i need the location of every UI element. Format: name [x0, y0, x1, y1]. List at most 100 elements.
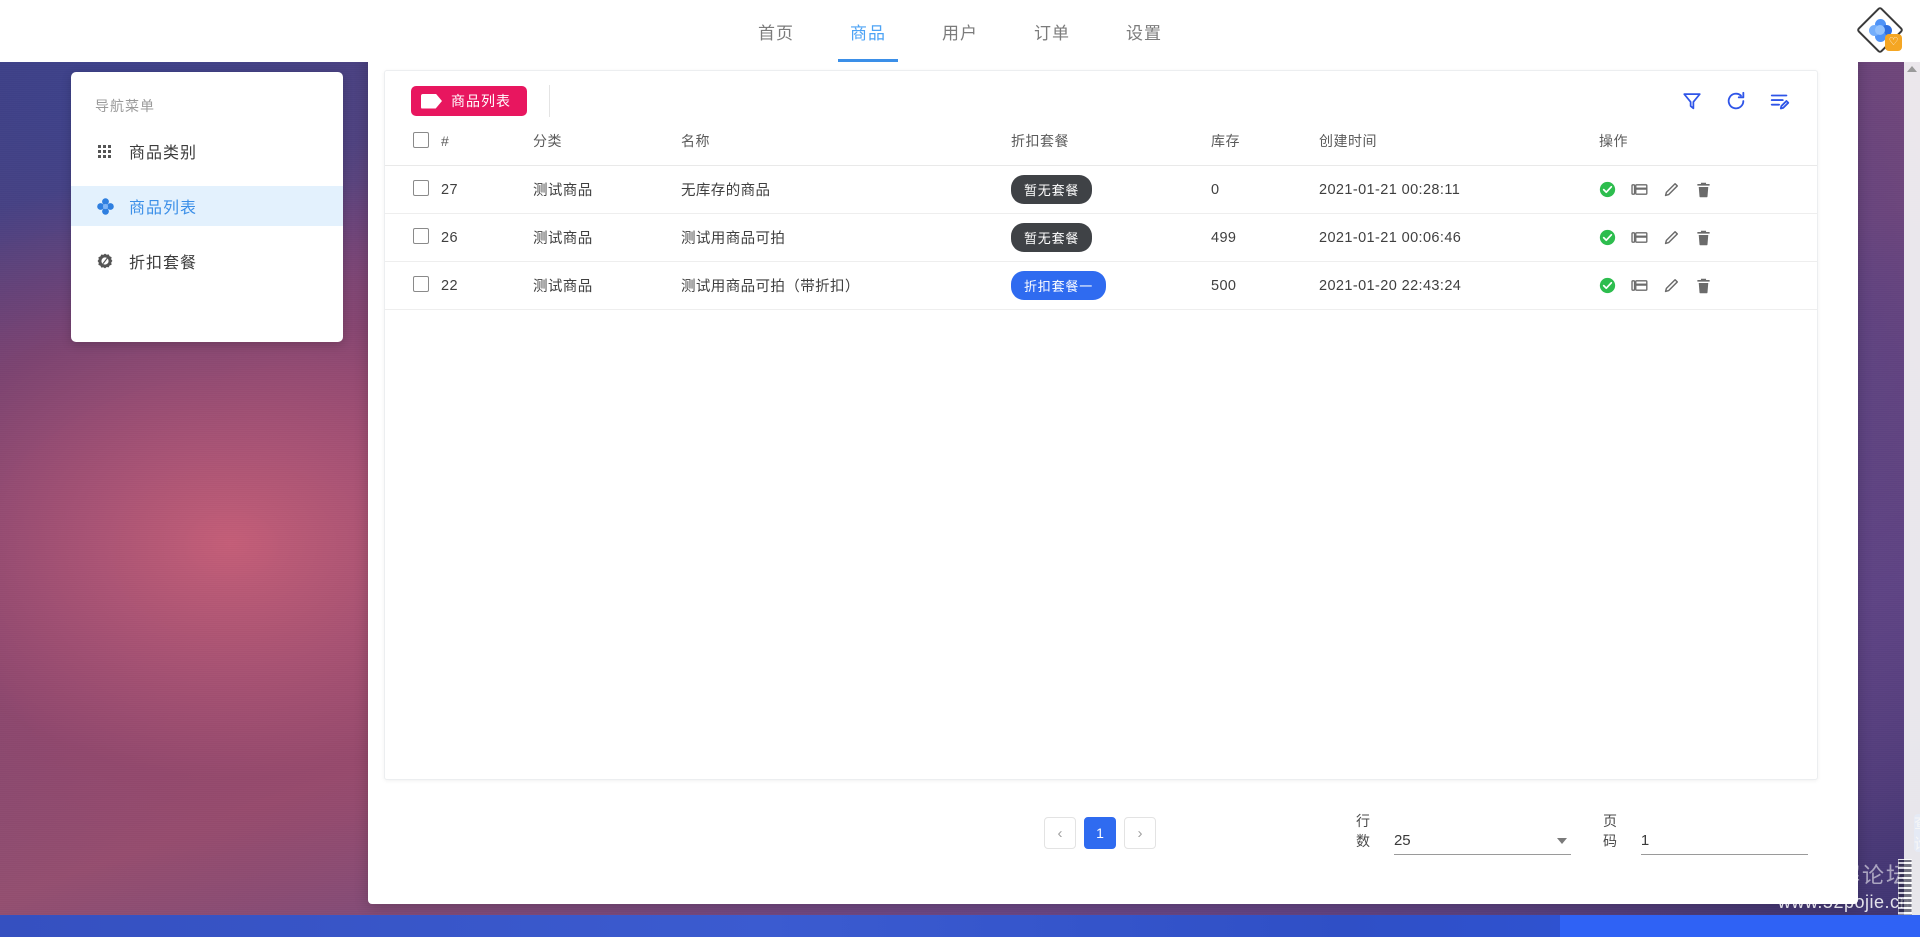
cell-category: 测试商品 — [533, 165, 681, 214]
sidebar-item-label: 折扣套餐 — [129, 255, 198, 272]
header-stock[interactable]: 库存 — [1211, 131, 1319, 166]
cell-stock: 500 — [1211, 261, 1319, 310]
prev-page-button[interactable]: ‹ — [1044, 817, 1076, 849]
header-category[interactable]: 分类 — [533, 131, 681, 166]
combo-badge: 暂无套餐 — [1011, 223, 1093, 252]
cell-name: 测试用商品可拍 — [681, 213, 1011, 262]
combo-badge: 暂无套餐 — [1011, 175, 1093, 204]
rows-per-page-label: 行数 — [1356, 813, 1371, 849]
sidebar-item-product-category[interactable]: 商品类别 — [71, 131, 343, 171]
main-content-card: 商品列表 # 分类 名称 折扣套餐 库存 创建时间 操作 27 测试商品 无库存… — [368, 48, 1920, 904]
sidebar-item-label: 商品列表 — [129, 200, 198, 217]
pager: ‹ 1 › — [1044, 817, 1156, 849]
table-row[interactable]: 26 测试商品 测试用商品可拍 暂无套餐 499 2021-01-21 00:0… — [385, 213, 1817, 262]
header-id[interactable]: # — [441, 131, 533, 166]
check-circle-icon[interactable] — [1599, 277, 1616, 294]
rows-per-page-select[interactable]: 25 — [1393, 827, 1571, 855]
page-number-value: 1 — [1640, 832, 1650, 849]
cell-combo: 折扣套餐一 — [1011, 261, 1211, 310]
header-combo[interactable]: 折扣套餐 — [1011, 131, 1211, 166]
nav-item-settings[interactable]: 设置 — [1098, 0, 1190, 62]
trash-icon[interactable] — [1695, 181, 1712, 198]
trash-icon[interactable] — [1695, 229, 1712, 246]
header-name[interactable]: 名称 — [681, 131, 1011, 166]
row-checkbox[interactable] — [413, 275, 429, 292]
filter-icon[interactable] — [1681, 90, 1703, 112]
cell-operations — [1599, 213, 1817, 262]
rows-per-page-value: 25 — [1393, 832, 1411, 849]
nav-item-home[interactable]: 首页 — [730, 0, 822, 62]
chevron-down-icon[interactable] — [1557, 838, 1567, 844]
logo-heart-badge-icon: ♡ — [1885, 34, 1902, 51]
table-row[interactable]: 27 测试商品 无库存的商品 暂无套餐 0 2021-01-21 00:28:1… — [385, 165, 1817, 214]
panel-title-badge: 商品列表 — [411, 86, 527, 116]
header-select-all[interactable] — [385, 131, 441, 166]
table-body: 27 测试商品 无库存的商品 暂无套餐 0 2021-01-21 00:28:1… — [385, 165, 1817, 310]
cell-id: 27 — [441, 165, 533, 214]
card-icon[interactable] — [1631, 181, 1648, 198]
page-number-input[interactable]: 1 — [1640, 827, 1808, 855]
taskbar-active-region — [1560, 915, 1920, 937]
pencil-icon[interactable] — [1663, 277, 1680, 294]
edit-list-icon[interactable] — [1769, 90, 1791, 112]
cell-stock: 0 — [1211, 165, 1319, 214]
pagination-footer: ‹ 1 › 行数 25 页码 1 查询 — [384, 798, 1920, 868]
cell-operations — [1599, 165, 1817, 214]
row-select-cell[interactable] — [385, 261, 441, 310]
pencil-icon[interactable] — [1663, 181, 1680, 198]
product-table-panel: 商品列表 # 分类 名称 折扣套餐 库存 创建时间 操作 27 测试商品 无库存… — [384, 70, 1818, 780]
pencil-icon[interactable] — [1663, 229, 1680, 246]
toolbar-divider — [549, 85, 550, 117]
nav-item-orders[interactable]: 订单 — [1006, 0, 1098, 62]
cell-name: 无库存的商品 — [681, 165, 1011, 214]
clover-icon — [95, 196, 115, 216]
cell-id: 26 — [441, 213, 533, 262]
cell-combo: 暂无套餐 — [1011, 213, 1211, 262]
sidebar-item-discount-combo[interactable]: 折扣套餐 — [71, 241, 343, 281]
tag-icon — [421, 93, 442, 109]
card-icon[interactable] — [1631, 277, 1648, 294]
scroll-up-caret-icon[interactable] — [1907, 66, 1917, 72]
cell-category: 测试商品 — [533, 213, 681, 262]
table-header: # 分类 名称 折扣套餐 库存 创建时间 操作 — [385, 131, 1817, 166]
cell-id: 22 — [441, 261, 533, 310]
select-all-checkbox[interactable] — [413, 131, 429, 148]
nav-item-label: 用户 — [942, 23, 978, 43]
sidebar-title: 导航菜单 — [95, 98, 155, 114]
row-checkbox[interactable] — [413, 179, 429, 196]
nav-item-label: 商品 — [850, 23, 886, 43]
cell-stock: 499 — [1211, 213, 1319, 262]
cell-created-time: 2021-01-21 00:28:11 — [1319, 165, 1599, 214]
header-operations: 操作 — [1599, 131, 1817, 166]
top-navigation-bar: 首页 商品 用户 订单 设置 ♡ — [0, 0, 1920, 62]
nav-item-products[interactable]: 商品 — [822, 0, 914, 62]
page-1-button[interactable]: 1 — [1084, 817, 1116, 849]
nav-item-users[interactable]: 用户 — [914, 0, 1006, 62]
combo-badge: 折扣套餐一 — [1011, 271, 1107, 300]
row-checkbox[interactable] — [413, 227, 429, 244]
refresh-icon[interactable] — [1725, 90, 1747, 112]
row-select-cell[interactable] — [385, 213, 441, 262]
sidebar-item-product-list[interactable]: 商品列表 — [71, 186, 343, 226]
panel-toolbar: 商品列表 — [385, 71, 1817, 131]
cell-name: 测试用商品可拍（带折扣） — [681, 261, 1011, 310]
cell-category: 测试商品 — [533, 261, 681, 310]
panel-title-label: 商品列表 — [451, 93, 511, 109]
table-header-row: # 分类 名称 折扣套餐 库存 创建时间 操作 — [385, 131, 1817, 166]
next-page-button[interactable]: › — [1124, 817, 1156, 849]
cell-created-time: 2021-01-21 00:06:46 — [1319, 213, 1599, 262]
sidebar-item-label: 商品类别 — [129, 145, 198, 162]
page-scrollbar[interactable] — [1904, 62, 1920, 937]
product-table: # 分类 名称 折扣套餐 库存 创建时间 操作 27 测试商品 无库存的商品 暂… — [385, 131, 1817, 310]
table-row[interactable]: 22 测试商品 测试用商品可拍（带折扣） 折扣套餐一 500 2021-01-2… — [385, 261, 1817, 310]
app-logo[interactable]: ♡ — [1855, 5, 1905, 55]
trash-icon[interactable] — [1695, 277, 1712, 294]
header-created-time[interactable]: 创建时间 — [1319, 131, 1599, 166]
nav-links: 首页 商品 用户 订单 设置 — [730, 0, 1190, 62]
cell-operations — [1599, 261, 1817, 310]
nav-item-label: 订单 — [1034, 23, 1070, 43]
check-circle-icon[interactable] — [1599, 229, 1616, 246]
card-icon[interactable] — [1631, 229, 1648, 246]
row-select-cell[interactable] — [385, 165, 441, 214]
check-circle-icon[interactable] — [1599, 181, 1616, 198]
